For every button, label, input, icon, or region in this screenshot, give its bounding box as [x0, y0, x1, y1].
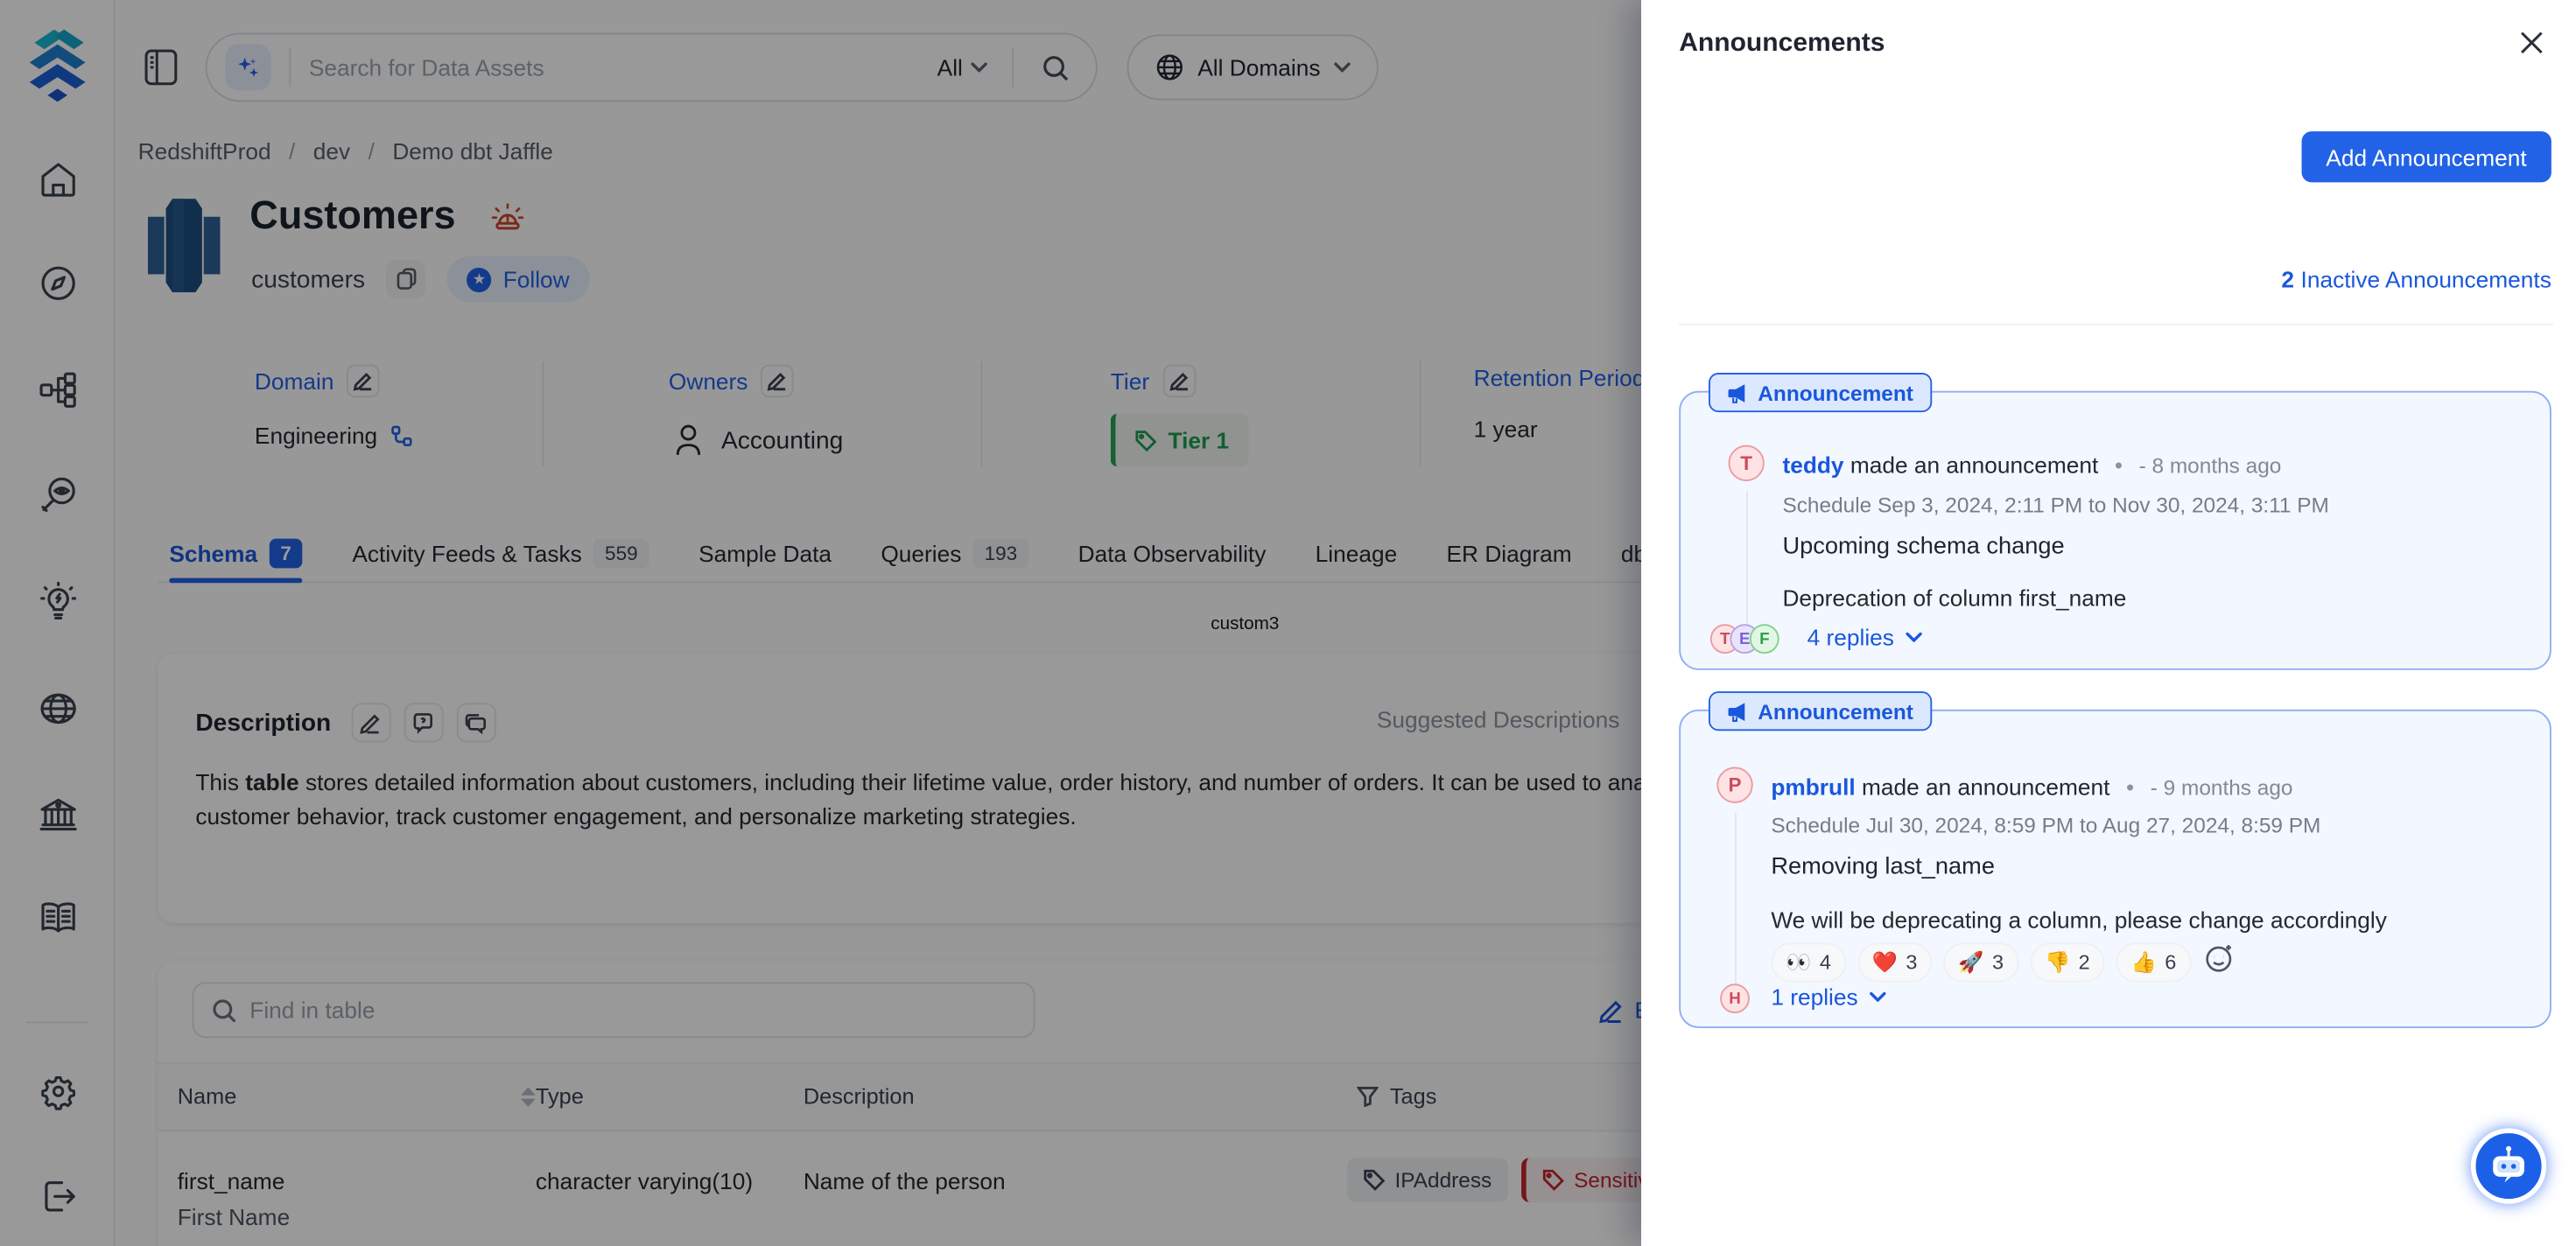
avatar[interactable]: P	[1716, 767, 1752, 803]
chip-label: Announcement	[1758, 699, 1913, 724]
close-drawer-button[interactable]	[2516, 28, 2550, 61]
smiley-plus-icon	[2202, 942, 2234, 974]
action-text: made an announcement	[1862, 774, 2109, 800]
replies-label: 4 replies	[1807, 624, 1894, 650]
replies-label: 1 replies	[1771, 984, 1857, 1010]
chevron-down-icon	[1870, 992, 1886, 1002]
thread-line	[1746, 491, 1748, 626]
close-icon	[2516, 28, 2546, 58]
announcement-title: Upcoming schema change	[1782, 534, 2064, 560]
app-window: All All Domains RedshiftProd / dev / Dem…	[0, 0, 2576, 1246]
announcement-chip: Announcement	[1709, 373, 1932, 412]
avatar[interactable]: T	[1729, 445, 1765, 481]
reaction-thumbs-down[interactable]: 👎2	[2030, 942, 2104, 982]
action-text: made an announcement	[1850, 452, 2098, 478]
reaction-count: 4	[1820, 951, 1831, 974]
reaction-emoji: 🚀	[1958, 950, 1983, 975]
announcement-body: We will be deprecating a column, please …	[1771, 906, 2387, 933]
chat-assistant-button[interactable]	[2471, 1128, 2546, 1203]
reaction-thumbs-up[interactable]: 👍6	[2116, 942, 2191, 982]
reaction-count: 6	[2165, 951, 2176, 974]
announcements-drawer: Announcements Add Announcement 2 Inactive…	[1641, 0, 2576, 1246]
replies-toggle[interactable]: 4 replies	[1807, 624, 1922, 650]
dot-separator: •	[2115, 452, 2123, 478]
avatar: H	[1720, 984, 1750, 1013]
reaction-emoji: ❤️	[1872, 950, 1898, 975]
reaction-count: 3	[1906, 951, 1917, 974]
reaction-rocket[interactable]: 🚀3	[1944, 942, 2018, 982]
inactive-label: Inactive Announcements	[2301, 266, 2551, 292]
reaction-emoji: 👍	[2131, 950, 2157, 975]
robot-icon	[2486, 1143, 2532, 1189]
announcement-schedule: Schedule Jul 30, 2024, 8:59 PM to Aug 27…	[1771, 813, 2320, 837]
drawer-title: Announcements	[1679, 30, 1885, 60]
thread-line	[1735, 813, 1737, 985]
drawer-backdrop[interactable]	[0, 0, 1641, 1246]
drawer-divider	[1679, 324, 2553, 326]
author-link[interactable]: pmbrull	[1771, 774, 1855, 800]
reaction-emoji: 👀	[1786, 950, 1811, 975]
author-link[interactable]: teddy	[1782, 452, 1843, 478]
inactive-count: 2	[2281, 266, 2294, 292]
add-reaction-button[interactable]	[2202, 942, 2234, 982]
timestamp: - 8 months ago	[2139, 453, 2282, 478]
megaphone-icon	[1727, 382, 1748, 402]
reply-avatars: T E F	[1710, 624, 1770, 654]
reactions-row: 👀4 ❤️3 🚀3 👎2 👍6	[1771, 942, 2234, 982]
replies-toggle[interactable]: 1 replies	[1771, 984, 1885, 1010]
reaction-heart[interactable]: ❤️ 3	[1857, 942, 1932, 982]
chevron-down-icon	[1906, 633, 1922, 642]
chip-label: Announcement	[1758, 381, 1913, 405]
announcement-chip: Announcement	[1709, 691, 1932, 731]
megaphone-icon	[1727, 701, 1748, 722]
dot-separator: •	[2126, 774, 2134, 800]
avatar: F	[1750, 624, 1779, 654]
reaction-emoji: 👎	[2045, 950, 2070, 975]
reaction-eyes[interactable]: 👀4	[1771, 942, 1845, 982]
reaction-count: 2	[2079, 951, 2090, 974]
inactive-announcements-link[interactable]: 2 Inactive Announcements	[2281, 266, 2551, 292]
announcement-title: Removing last_name	[1771, 854, 1995, 880]
announcement-card: Announcement T teddy made an announcemen…	[1679, 391, 2551, 670]
reaction-count: 3	[1992, 951, 2004, 974]
timestamp: - 9 months ago	[2151, 775, 2293, 800]
announcement-body: Deprecation of column first_name	[1782, 584, 2126, 611]
announcement-schedule: Schedule Sep 3, 2024, 2:11 PM to Nov 30,…	[1782, 493, 2328, 517]
add-announcement-button[interactable]: Add Announcement	[2301, 131, 2551, 182]
announcement-card: Announcement P pmbrull made an announcem…	[1679, 710, 2551, 1028]
